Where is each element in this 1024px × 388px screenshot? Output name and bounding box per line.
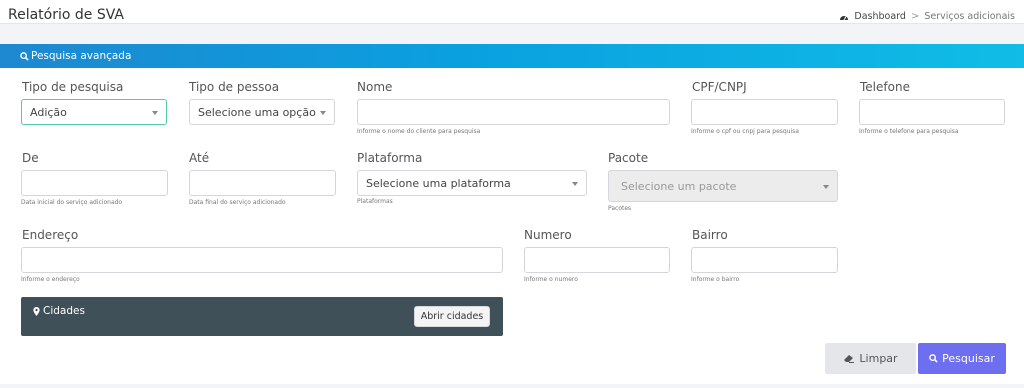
numero-help: Informe o numero [524, 276, 578, 283]
nome-input[interactable] [357, 99, 670, 125]
de-label: De [22, 151, 39, 165]
chevron-down-icon [320, 111, 326, 115]
telefone-help: Informe o telefone para pesquisa [859, 128, 959, 135]
endereco-input[interactable] [21, 247, 503, 273]
tipo-pessoa-value: Selecione uma opção [198, 105, 316, 119]
dashboard-icon [840, 15, 849, 20]
numero-input[interactable] [524, 247, 670, 273]
limpar-button[interactable]: Limpar [825, 343, 916, 374]
breadcrumb: Dashboard > Serviços adicionais [839, 11, 1015, 22]
pacote-label: Pacote [608, 151, 649, 165]
breadcrumb-current: Serviços adicionais [924, 11, 1015, 22]
tipo-pesquisa-label: Tipo de pesquisa [22, 80, 124, 94]
pacote-select[interactable]: Selecione um pacote [608, 170, 838, 202]
endereco-help: Informe o endereço [21, 276, 80, 283]
cpf-cnpj-help: Informe o cpf ou cnpj para pesquisa [691, 128, 799, 135]
ate-date-input[interactable] [189, 170, 336, 196]
tipo-pesquisa-select[interactable]: Adição [21, 99, 167, 125]
pesquisar-button[interactable]: Pesquisar [918, 343, 1006, 374]
page-title: Relatório de SVA [8, 7, 124, 23]
panel-title: Pesquisa avançada [31, 50, 132, 62]
cidades-header: Cidades [33, 305, 85, 317]
tipo-pesquisa-value: Adição [30, 105, 67, 119]
panel-header: Pesquisa avançada [0, 44, 1024, 68]
chevron-down-icon [572, 182, 578, 186]
plataforma-help: Plataformas [357, 198, 393, 205]
bairro-input[interactable] [691, 247, 838, 273]
plataforma-select[interactable]: Selecione uma plataforma [357, 170, 587, 196]
de-help: Data inicial do serviço adicionado [21, 199, 123, 206]
chevron-down-icon [823, 185, 829, 189]
endereco-label: Endereço [22, 228, 79, 242]
cidades-title: Cidades [43, 305, 85, 317]
bairro-label: Bairro [692, 228, 728, 242]
nome-help: Informe o nome do cliente para pesquisa [357, 128, 481, 135]
pesquisar-label: Pesquisar [942, 352, 995, 365]
map-pin-icon [33, 306, 40, 316]
cpf-cnpj-input[interactable] [691, 99, 838, 125]
search-icon [929, 354, 938, 363]
limpar-label: Limpar [859, 352, 898, 365]
top-bar: Relatório de SVA Dashboard > Serviços ad… [0, 0, 1024, 24]
chevron-down-icon [152, 111, 158, 115]
cpf-cnpj-label: CPF/CNPJ [692, 80, 747, 94]
pacote-value: Selecione um pacote [621, 179, 737, 193]
tipo-pessoa-label: Tipo de pessoa [189, 80, 280, 94]
numero-label: Numero [524, 228, 572, 242]
nome-label: Nome [357, 80, 393, 94]
tipo-pessoa-select[interactable]: Selecione uma opção [189, 99, 335, 125]
search-icon [20, 51, 29, 61]
plataforma-label: Plataforma [357, 151, 423, 165]
de-date-input[interactable] [21, 170, 168, 196]
pacote-help: Pacotes [608, 205, 632, 212]
telefone-label: Telefone [860, 80, 910, 94]
cidades-panel: Cidades Abrir cidades [21, 297, 503, 336]
breadcrumb-dashboard-link[interactable]: Dashboard [854, 11, 906, 22]
ate-label: Até [189, 151, 210, 165]
telefone-input[interactable] [859, 99, 1005, 125]
eraser-icon [844, 355, 855, 363]
bairro-help: Informe o bairro [691, 276, 740, 283]
plataforma-value: Selecione uma plataforma [366, 176, 511, 190]
abrir-cidades-button[interactable]: Abrir cidades [414, 306, 490, 327]
breadcrumb-separator: > [910, 11, 920, 22]
ate-help: Data final do serviço adicionado [189, 199, 286, 206]
